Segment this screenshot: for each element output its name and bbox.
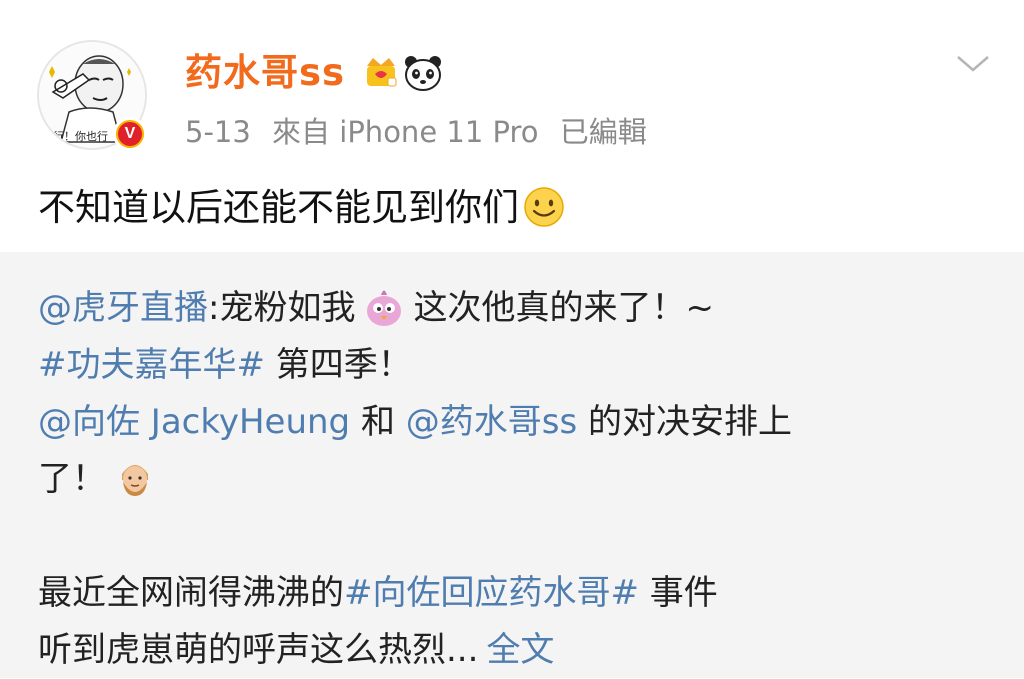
post-text-content: 不知道以后还能不能见到你们 [38, 186, 519, 229]
crown-icon [367, 58, 397, 87]
repost-line-4: 了！ [38, 451, 998, 508]
repost-text: 事件 [638, 573, 718, 613]
mention-huya[interactable]: @虎牙直播 [38, 288, 208, 328]
repost-line-5: 最近全网闹得沸沸的#向佐回应药水哥# 事件 [38, 565, 998, 622]
hashtag-xiangzuo[interactable]: #向佐回应药水哥# [344, 573, 639, 613]
panda-icon [405, 56, 441, 91]
repost-text: 第四季！ [264, 345, 412, 385]
smile-emoji [524, 187, 564, 227]
repost-line-6: 听到虎崽萌的呼声这么热烈... 全文 [38, 622, 998, 679]
repost-line-1: @虎牙直播:宠粉如我 这次他真的来了！~ [38, 280, 998, 337]
full-text-link[interactable]: 全文 [486, 630, 554, 670]
post-text: 不知道以后还能不能见到你们 [38, 183, 565, 233]
repost-text: 最近全网闹得沸沸的 [38, 573, 344, 613]
edited-label[interactable]: 已編輯 [560, 115, 647, 149]
post-meta: 5-13 來自 iPhone 11 Pro 已編輯 [185, 112, 659, 152]
post-date: 5-13 [185, 115, 251, 149]
pink-bird-emoji [367, 290, 402, 326]
post-source: 來自 iPhone 11 Pro [272, 115, 539, 149]
author-name[interactable]: 药水哥ss [185, 50, 345, 96]
repost-content: @虎牙直播:宠粉如我 这次他真的来了！~ #功夫嘉年华# 第四季！ @向佐 Ja… [38, 280, 998, 679]
repost-text: :宠粉如我 [208, 288, 356, 328]
weibo-post: 行！你也行 V 药水哥ss 5-13 來自 iPhone 11 Pro 已編輯 … [0, 0, 1024, 252]
repost-text: 了！ [38, 459, 106, 499]
verified-badge-icon: V [113, 117, 147, 151]
repost-text: 听到虎崽萌的呼声这么热烈... [38, 630, 479, 670]
chevron-down-icon[interactable] [956, 54, 990, 74]
repost-line-3: @向佐 JackyHeung 和 @药水哥ss 的对决安排上 [38, 394, 998, 451]
verified-mark: V [118, 122, 142, 146]
mention-yaoshuige[interactable]: @药水哥ss [406, 402, 577, 442]
hashtag-kungfu[interactable]: #功夫嘉年华# [38, 345, 265, 385]
repost-line-2: #功夫嘉年华# 第四季！ [38, 337, 998, 394]
repost-text: 这次他真的来了！~ [413, 288, 714, 328]
svg-text:行！你也行: 行！你也行 [53, 130, 108, 143]
mention-jackyheung[interactable]: @向佐 JackyHeung [38, 402, 350, 442]
repost-container[interactable]: @虎牙直播:宠粉如我 这次他真的来了！~ #功夫嘉年华# 第四季！ @向佐 Ja… [0, 252, 1024, 678]
repost-text: 的对决安排上 [577, 402, 793, 442]
bearded-man-emoji [122, 465, 148, 496]
repost-text: 和 [350, 402, 406, 442]
